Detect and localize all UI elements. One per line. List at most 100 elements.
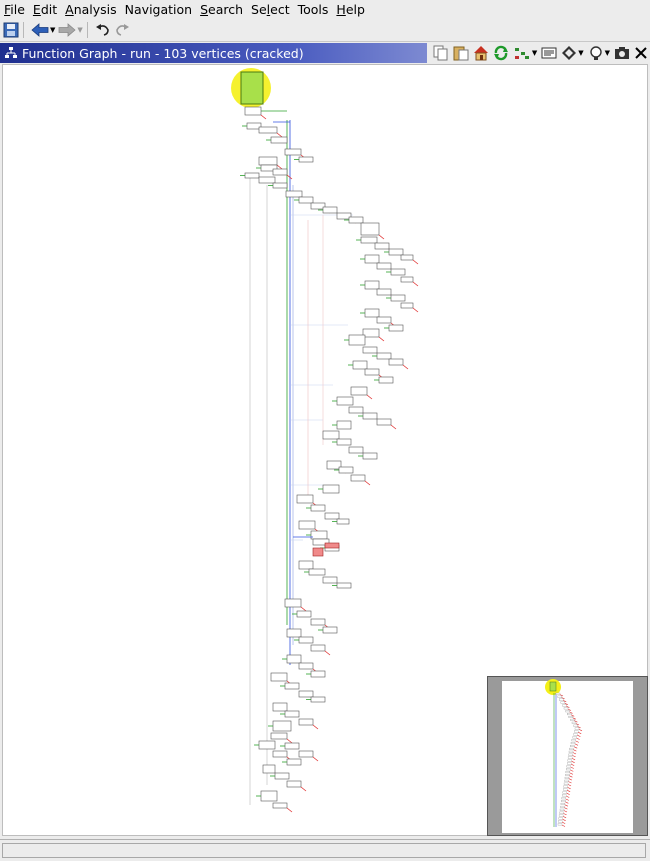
code-block[interactable] <box>296 610 312 618</box>
selected-block[interactable] <box>324 542 340 549</box>
code-block[interactable] <box>284 742 300 750</box>
code-block[interactable] <box>352 360 368 370</box>
chevron-down-icon[interactable]: ▼ <box>532 49 537 57</box>
code-block[interactable] <box>388 358 404 366</box>
menu-navigation[interactable]: Navigation <box>121 0 196 19</box>
layout-button[interactable]: ▼ <box>513 44 537 62</box>
code-block[interactable] <box>298 750 314 758</box>
code-block[interactable] <box>348 216 364 224</box>
code-block[interactable] <box>270 732 288 740</box>
copy-button[interactable] <box>433 44 449 62</box>
code-block[interactable] <box>272 720 292 732</box>
code-block[interactable] <box>360 222 380 236</box>
code-block[interactable] <box>298 560 314 570</box>
code-block[interactable] <box>258 126 278 134</box>
code-block[interactable] <box>336 396 354 406</box>
code-block[interactable] <box>272 702 288 712</box>
code-block[interactable] <box>362 346 378 354</box>
code-block[interactable] <box>272 750 288 758</box>
satellite-overview[interactable] <box>487 676 648 836</box>
home-button[interactable] <box>473 44 489 62</box>
capture-button[interactable] <box>614 44 630 62</box>
code-block[interactable] <box>244 172 260 179</box>
code-block[interactable] <box>388 324 404 332</box>
menu-file[interactable]: File <box>0 0 29 19</box>
code-block[interactable] <box>362 452 378 460</box>
paste-button[interactable] <box>453 44 469 62</box>
code-block[interactable] <box>262 764 276 774</box>
chevron-down-icon[interactable]: ▼ <box>605 49 610 57</box>
code-block[interactable] <box>272 182 288 189</box>
code-block[interactable] <box>390 268 406 276</box>
code-block[interactable] <box>350 474 366 482</box>
code-block[interactable] <box>348 406 364 414</box>
code-block[interactable] <box>324 512 340 520</box>
code-block[interactable] <box>362 328 380 338</box>
code-block[interactable] <box>348 446 364 454</box>
code-block[interactable] <box>364 368 380 376</box>
code-block[interactable] <box>284 598 302 608</box>
code-block[interactable] <box>376 262 392 270</box>
snapshot-button[interactable] <box>541 44 557 62</box>
code-block[interactable] <box>298 718 314 726</box>
code-block[interactable] <box>376 352 392 360</box>
code-block[interactable] <box>286 654 302 664</box>
code-block[interactable] <box>350 386 368 396</box>
code-block[interactable] <box>310 696 326 703</box>
code-block[interactable] <box>378 376 394 384</box>
entry-block[interactable] <box>240 71 264 105</box>
code-block[interactable] <box>272 168 288 176</box>
code-block[interactable] <box>286 758 302 766</box>
navigate-button[interactable]: ▼ <box>561 44 584 62</box>
chevron-down-icon[interactable]: ▼ <box>578 49 583 57</box>
code-block[interactable] <box>400 302 414 309</box>
code-block[interactable] <box>284 710 300 718</box>
code-block[interactable] <box>286 628 302 638</box>
code-block[interactable] <box>310 618 326 626</box>
code-block[interactable] <box>364 308 380 318</box>
code-block[interactable] <box>376 288 392 296</box>
code-block[interactable] <box>348 334 366 346</box>
satellite-graph[interactable] <box>488 677 647 835</box>
code-block[interactable] <box>298 636 314 644</box>
code-block[interactable] <box>336 582 352 589</box>
code-block[interactable] <box>376 316 392 324</box>
code-block[interactable] <box>274 772 290 780</box>
close-button[interactable] <box>634 44 648 62</box>
redo-button[interactable] <box>114 21 130 39</box>
menu-analysis[interactable]: Analysis <box>61 0 121 19</box>
code-block[interactable] <box>258 156 278 166</box>
forward-button[interactable]: ▼ <box>58 21 83 39</box>
code-block[interactable] <box>284 148 302 156</box>
menu-help[interactable]: Help <box>332 0 369 19</box>
code-block[interactable] <box>360 236 378 244</box>
code-block[interactable] <box>310 644 326 652</box>
code-block[interactable] <box>308 568 326 576</box>
menu-edit[interactable]: Edit <box>29 0 61 19</box>
code-block[interactable] <box>270 672 288 682</box>
code-block[interactable] <box>310 670 326 678</box>
code-block[interactable] <box>338 466 354 474</box>
selected-block[interactable] <box>312 547 324 557</box>
code-block[interactable] <box>310 504 326 512</box>
code-block[interactable] <box>322 576 338 584</box>
code-block[interactable] <box>298 690 314 698</box>
code-block[interactable] <box>336 438 352 446</box>
chevron-down-icon[interactable]: ▼ <box>50 26 55 34</box>
back-button[interactable]: ▼ <box>31 21 55 39</box>
code-block[interactable] <box>364 254 380 264</box>
code-block[interactable] <box>298 662 314 670</box>
code-block[interactable] <box>322 430 340 440</box>
code-block[interactable] <box>286 780 302 788</box>
code-block[interactable] <box>298 520 316 530</box>
code-block[interactable] <box>258 740 276 750</box>
code-block[interactable] <box>322 206 338 214</box>
code-block[interactable] <box>374 242 390 250</box>
code-block[interactable] <box>272 802 288 809</box>
menu-search[interactable]: Search <box>196 0 247 19</box>
code-block[interactable] <box>376 418 392 426</box>
code-block[interactable] <box>362 412 378 420</box>
code-block[interactable] <box>310 530 328 540</box>
code-block[interactable] <box>400 254 414 261</box>
hover-button[interactable]: ▼ <box>588 44 610 62</box>
